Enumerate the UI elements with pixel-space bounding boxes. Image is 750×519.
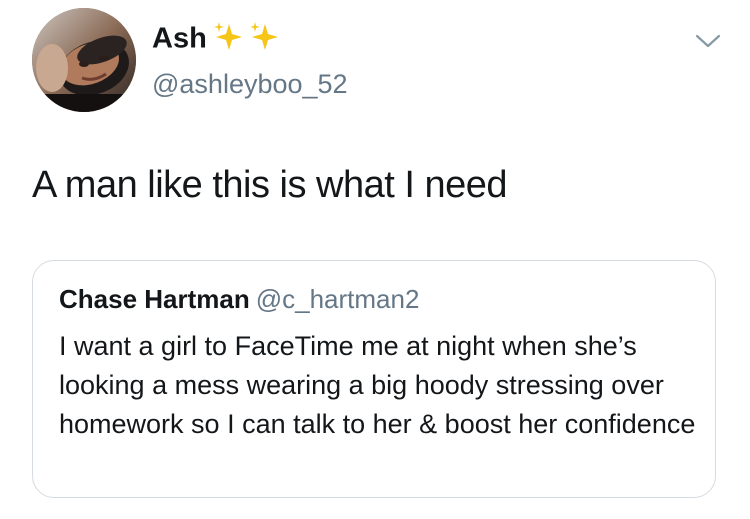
display-name[interactable]: Ash [152, 23, 207, 55]
chevron-down-icon[interactable] [694, 30, 722, 52]
tweet-text: A man like this is what I need [32, 164, 508, 206]
quoted-tweet[interactable]: Chase Hartman @c_hartman2 I want a girl t… [32, 260, 716, 498]
avatar[interactable] [32, 8, 136, 112]
quoted-tweet-header: Chase Hartman @c_hartman2 [59, 283, 419, 315]
sparkles-icon [211, 20, 285, 60]
quoted-tweet-text: I want a girl to FaceTime me at night wh… [59, 331, 696, 439]
display-name-row[interactable]: Ash [152, 20, 348, 60]
author-block: Ash @ashleyboo_52 [152, 20, 348, 100]
quoted-display-name: Chase Hartman [59, 284, 250, 314]
quoted-handle: @c_hartman2 [255, 284, 420, 314]
author-handle[interactable]: @ashleyboo_52 [152, 68, 348, 100]
tweet-card: Ash @ashleyboo_52 A man like this is wha… [0, 0, 750, 519]
